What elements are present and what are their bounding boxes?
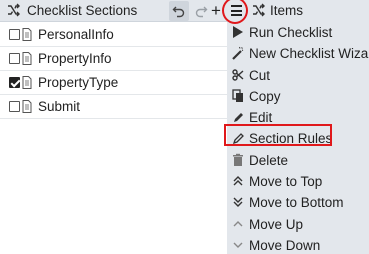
- menu-item-move-up[interactable]: Move Up: [227, 214, 369, 235]
- menu-item-label: New Checklist Wizard: [249, 46, 369, 62]
- chevron-up-icon: [233, 220, 243, 227]
- menu-item-label: Move Up: [249, 216, 304, 232]
- undo-button[interactable]: [169, 1, 189, 21]
- menu-item-label: Move to Top: [249, 174, 323, 190]
- menu-item-label: Move Down: [249, 237, 321, 253]
- scissors-icon: [232, 68, 244, 81]
- redo-button[interactable]: [191, 1, 208, 21]
- menu-item-label: Run Checklist: [249, 25, 333, 40]
- panel-title: Checklist Sections: [27, 3, 138, 18]
- item-label: PersonalInfo: [38, 27, 114, 42]
- trash-icon: [233, 153, 243, 166]
- item-checkbox[interactable]: [9, 77, 20, 88]
- copy-icon: [232, 89, 243, 102]
- shuffle-icon: [7, 3, 21, 19]
- document-icon: [22, 28, 32, 41]
- add-button[interactable]: +: [209, 1, 223, 21]
- list-item[interactable]: PropertyInfo: [0, 47, 227, 71]
- panel-title: Items: [270, 3, 304, 18]
- pencil-icon: [234, 113, 243, 123]
- checklist-sections-panel: Checklist Sections + PersonalInfo Proper…: [0, 0, 227, 254]
- document-icon: [22, 52, 32, 65]
- menu-item-label: Cut: [249, 67, 271, 83]
- menu-item-move-to-top[interactable]: Move to Top: [227, 171, 369, 192]
- list-item[interactable]: PersonalInfo: [0, 23, 227, 47]
- items-header: Items: [227, 0, 369, 22]
- double-chevron-up-icon: [233, 176, 243, 186]
- shuffle-icon: [252, 3, 265, 21]
- wand-icon: [232, 47, 244, 61]
- menu-item-new-checklist-wizard[interactable]: New Checklist Wizard: [227, 43, 369, 64]
- list-item[interactable]: PropertyType: [0, 71, 227, 95]
- document-icon: [22, 76, 32, 89]
- item-label: Submit: [38, 99, 81, 114]
- checklist-sections-header: Checklist Sections +: [0, 0, 227, 22]
- document-icon: [22, 100, 32, 113]
- redo-icon: [195, 6, 208, 18]
- item-checkbox[interactable]: [9, 29, 20, 40]
- menu-item-label: Delete: [249, 152, 289, 168]
- chevron-down-icon: [233, 242, 243, 248]
- menu-item-delete[interactable]: Delete: [227, 150, 369, 171]
- annotation-highlight-box: [224, 124, 332, 146]
- undo-icon: [172, 6, 185, 18]
- play-icon: [233, 26, 243, 38]
- item-label: PropertyInfo: [38, 51, 112, 66]
- double-chevron-down-icon: [233, 197, 243, 208]
- menu-item-move-to-bottom[interactable]: Move to Bottom: [227, 192, 369, 213]
- sections-list: PersonalInfo PropertyInfo PropertyType S…: [0, 23, 227, 119]
- item-checkbox[interactable]: [9, 101, 20, 112]
- menu-item-run-checklist[interactable]: Run Checklist: [227, 22, 369, 43]
- menu-item-copy[interactable]: Copy: [227, 86, 369, 107]
- menu-item-move-down[interactable]: Move Down: [227, 235, 369, 254]
- menu-item-cut[interactable]: Cut: [227, 65, 369, 86]
- item-label: PropertyType: [38, 75, 119, 90]
- menu-item-label: Move to Bottom: [249, 195, 344, 211]
- menu-item-label: Copy: [249, 88, 281, 104]
- list-item[interactable]: Submit: [0, 95, 227, 119]
- item-checkbox[interactable]: [9, 53, 20, 64]
